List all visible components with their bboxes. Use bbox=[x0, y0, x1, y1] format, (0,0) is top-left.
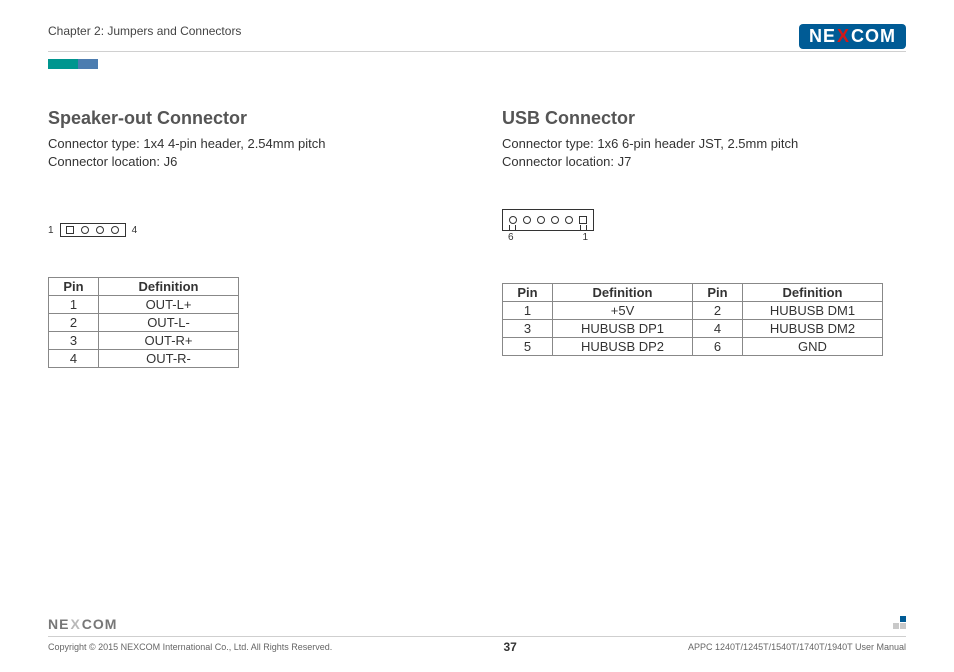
speaker-connector-section: Speaker-out Connector Connector type: 1x… bbox=[48, 108, 452, 368]
usb-location: Connector location: J7 bbox=[502, 153, 906, 171]
usb-pin-table: Pin Definition Pin Definition 1+5V 2HUBU… bbox=[502, 283, 883, 356]
table-row: 1+5V 2HUBUSB DM1 bbox=[503, 302, 883, 320]
speaker-location: Connector location: J6 bbox=[48, 153, 452, 171]
pin-3-icon bbox=[96, 226, 104, 234]
usb-connector-section: USB Connector Connector type: 1x6 6-pin … bbox=[502, 108, 906, 368]
page-number: 37 bbox=[503, 640, 516, 654]
pin-icon bbox=[523, 216, 531, 224]
speaker-pin-table: Pin Definition 1OUT-L+ 2OUT-L- 3OUT-R+ 4… bbox=[48, 277, 239, 368]
pin-1-icon bbox=[66, 226, 74, 234]
table-row: 4OUT-R- bbox=[49, 350, 239, 368]
header-logo: NEXCOM bbox=[799, 24, 906, 49]
usb-title: USB Connector bbox=[502, 108, 906, 129]
pin-icon bbox=[509, 216, 517, 224]
footer-logo: NEXCOM bbox=[48, 616, 117, 632]
pin-icon bbox=[537, 216, 545, 224]
table-row: 2OUT-L- bbox=[49, 314, 239, 332]
chapter-label: Chapter 2: Jumpers and Connectors bbox=[48, 24, 241, 38]
pin-4-icon bbox=[111, 226, 119, 234]
speaker-type: Connector type: 1x4 4-pin header, 2.54mm… bbox=[48, 135, 452, 153]
manual-name: APPC 1240T/1245T/1540T/1740T/1940T User … bbox=[688, 642, 906, 652]
usb-diagram: 6 1 bbox=[502, 209, 906, 243]
table-row: Pin Definition bbox=[49, 278, 239, 296]
table-row: 1OUT-L+ bbox=[49, 296, 239, 314]
speaker-diagram: 1 4 bbox=[48, 223, 452, 237]
pin-icon bbox=[551, 216, 559, 224]
table-row: 5HUBUSB DP2 6GND bbox=[503, 338, 883, 356]
usb-type: Connector type: 1x6 6-pin header JST, 2.… bbox=[502, 135, 906, 153]
table-row: 3HUBUSB DP1 4HUBUSB DM2 bbox=[503, 320, 883, 338]
section-marker bbox=[48, 56, 906, 74]
pin-2-icon bbox=[81, 226, 89, 234]
pin-icon bbox=[565, 216, 573, 224]
speaker-title: Speaker-out Connector bbox=[48, 108, 452, 129]
pin-1-icon bbox=[579, 216, 587, 224]
copyright-text: Copyright © 2015 NEXCOM International Co… bbox=[48, 642, 332, 652]
table-row: 3OUT-R+ bbox=[49, 332, 239, 350]
table-row: Pin Definition Pin Definition bbox=[503, 284, 883, 302]
